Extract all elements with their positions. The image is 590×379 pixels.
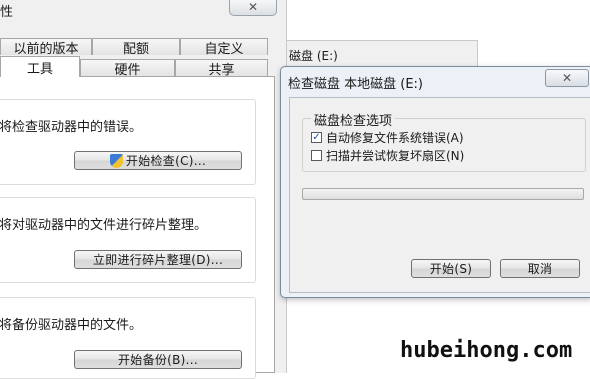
defrag-now-label: 立即进行碎片整理(D)... xyxy=(92,253,224,267)
scan-bad-sectors-checkbox[interactable] xyxy=(311,150,322,161)
close-icon: ✕ xyxy=(247,0,259,14)
properties-title: 性 xyxy=(0,5,14,20)
error-check-description: 将检查驱动器中的错误。 xyxy=(0,120,143,135)
close-icon: ✕ xyxy=(561,71,573,85)
defrag-now-button[interactable]: 立即进行碎片整理(D)... xyxy=(74,250,242,269)
drive-properties-dialog: 性 ✕ 以前的版本 配额 自定义 工具 硬件 共享 将检查驱动器中的错误。 开始… xyxy=(0,0,286,379)
check-progress-bar xyxy=(302,188,584,200)
tab-label: 以前的版本 xyxy=(13,41,79,57)
defrag-description: 将对驱动器中的文件进行碎片整理。 xyxy=(0,218,208,233)
check-disk-dialog: 检查磁盘 本地磁盘 (E:) ✕ 磁盘检查选项 ✓ 自动修复文件系统错误(A) … xyxy=(280,66,590,298)
tab-quota[interactable]: 配额 xyxy=(92,38,180,57)
backup-description: 将备份驱动器中的文件。 xyxy=(0,318,143,333)
tab-tools[interactable]: 工具 xyxy=(0,56,80,77)
start-backup-button[interactable]: 开始备份(B)... xyxy=(74,350,242,369)
tab-label: 硬件 xyxy=(114,62,141,78)
error-check-group: 将检查驱动器中的错误。 开始检查(C)... xyxy=(0,99,256,185)
scan-bad-sectors-label: 扫描并尝试恢复坏扇区(N) xyxy=(326,149,465,163)
start-backup-label: 开始备份(B)... xyxy=(117,353,199,367)
tab-label: 共享 xyxy=(208,62,235,78)
start-check-label: 开始检查(C)... xyxy=(125,154,207,168)
tab-hardware[interactable]: 硬件 xyxy=(80,59,175,78)
properties-titlebar: 性 ✕ xyxy=(0,0,286,20)
auto-fix-checkbox[interactable]: ✓ xyxy=(311,132,322,143)
disk-check-options-group: 磁盘检查选项 ✓ 自动修复文件系统错误(A) 扫描并尝试恢复坏扇区(N) xyxy=(302,110,586,172)
uac-shield-icon xyxy=(109,153,123,168)
auto-fix-label: 自动修复文件系统错误(A) xyxy=(326,131,464,145)
tab-previous-versions[interactable]: 以前的版本 xyxy=(0,38,92,57)
scan-bad-sectors-option[interactable]: 扫描并尝试恢复坏扇区(N) xyxy=(311,147,464,164)
check-disk-close-button[interactable]: ✕ xyxy=(545,69,589,87)
background-drive-label: 磁盘 (E:) xyxy=(289,49,338,63)
tab-label: 工具 xyxy=(26,61,53,77)
tab-customize[interactable]: 自定义 xyxy=(180,38,268,57)
cancel-button[interactable]: 取消 xyxy=(500,259,580,278)
start-button-label: 开始(S) xyxy=(429,262,473,276)
start-button[interactable]: 开始(S) xyxy=(411,259,491,278)
cancel-button-label: 取消 xyxy=(527,262,553,276)
auto-fix-option[interactable]: ✓ 自动修复文件系统错误(A) xyxy=(311,129,464,146)
tab-sharing[interactable]: 共享 xyxy=(175,59,268,78)
tab-label: 配额 xyxy=(122,41,149,57)
background-drive-panel: 磁盘 (E:) xyxy=(287,40,478,68)
defrag-group: 将对驱动器中的文件进行碎片整理。 立即进行碎片整理(D)... xyxy=(0,197,256,283)
backup-group: 将备份驱动器中的文件。 开始备份(B)... xyxy=(0,297,256,379)
properties-close-button[interactable]: ✕ xyxy=(229,0,277,16)
tools-tab-panel: 将检查驱动器中的错误。 开始检查(C)... 将对驱动器中的文件进行碎片整理。 … xyxy=(0,76,275,379)
start-check-button[interactable]: 开始检查(C)... xyxy=(74,151,242,170)
check-disk-title: 检查磁盘 本地磁盘 (E:) xyxy=(288,77,424,92)
check-disk-body: 磁盘检查选项 ✓ 自动修复文件系统错误(A) 扫描并尝试恢复坏扇区(N) 开始(… xyxy=(289,97,590,293)
site-watermark: hubeihong.com xyxy=(400,338,573,363)
tab-label: 自定义 xyxy=(204,41,244,57)
options-group-label: 磁盘检查选项 xyxy=(311,110,396,129)
